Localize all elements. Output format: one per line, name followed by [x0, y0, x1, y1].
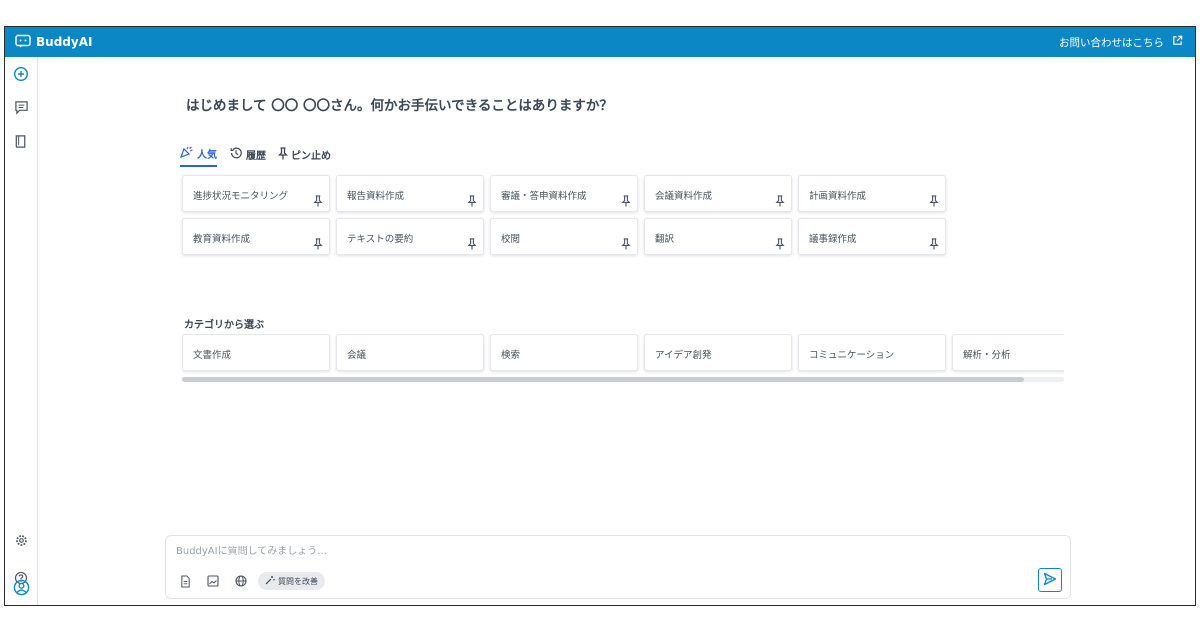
pin-icon[interactable]: [467, 238, 477, 250]
main-content: はじめまして 〇〇 〇〇さん。何かお手伝いできることはありますか？ 人気 履歴 …: [39, 57, 1195, 605]
magic-wand-icon: [265, 575, 275, 587]
pin-icon[interactable]: [775, 195, 785, 207]
pin-icon[interactable]: [929, 238, 939, 250]
prompt-card[interactable]: 議事録作成: [798, 218, 946, 255]
pin-icon[interactable]: [775, 238, 785, 250]
composer-tools: 質問を改善: [178, 572, 325, 590]
improve-question-button[interactable]: 質問を改善: [258, 572, 325, 590]
pin-icon[interactable]: [929, 195, 939, 207]
user-icon[interactable]: [12, 578, 30, 596]
tab-pinned[interactable]: ピン止め: [277, 146, 331, 167]
pin-icon[interactable]: [621, 238, 631, 250]
category-section-title: カテゴリから選ぶ: [184, 320, 264, 331]
globe-icon[interactable]: [234, 574, 248, 588]
history-icon: [229, 146, 243, 163]
tab-history[interactable]: 履歴: [229, 146, 266, 167]
tab-label: 人気: [197, 150, 217, 161]
robot-logo-icon: [15, 34, 31, 51]
prompt-card-label: 報告資料作成: [347, 191, 405, 202]
prompt-card[interactable]: 教育資料作成: [182, 218, 330, 255]
category-card[interactable]: コミュニケーション: [798, 334, 946, 371]
party-icon: [179, 146, 194, 161]
prompt-card-label: 議事録作成: [809, 234, 857, 245]
prompt-card[interactable]: 会議資料作成: [644, 175, 792, 212]
app-name: BuddyAI: [36, 35, 93, 49]
category-scrollbar[interactable]: [182, 377, 1064, 382]
tab-popular[interactable]: 人気: [179, 146, 217, 167]
prompt-card[interactable]: 校閲: [490, 218, 638, 255]
brand[interactable]: BuddyAI: [15, 34, 92, 51]
prompt-card-label: 審議・答申資料作成: [501, 191, 587, 202]
pin-icon[interactable]: [313, 238, 323, 250]
attach-image-icon[interactable]: [206, 574, 220, 588]
external-link-icon: [1172, 35, 1183, 49]
send-button[interactable]: [1038, 568, 1062, 592]
top-bar: BuddyAI お問い合わせはこちら: [5, 27, 1195, 57]
pin-icon: [277, 146, 289, 163]
prompt-card-label: 校閲: [501, 234, 521, 245]
pin-icon[interactable]: [313, 195, 323, 207]
tab-label: 履歴: [246, 151, 266, 162]
prompt-card-grid: 進捗状況モニタリング 報告資料作成 審議・答申資料作成 会議資料作成 計画資料作…: [182, 175, 946, 255]
prompt-card[interactable]: 翻訳: [644, 218, 792, 255]
prompt-card[interactable]: 計画資料作成: [798, 175, 946, 212]
prompt-card-label: 教育資料作成: [193, 234, 251, 245]
category-scrollbar-thumb[interactable]: [182, 377, 1024, 382]
attach-file-icon[interactable]: [178, 574, 192, 588]
chat-input[interactable]: [176, 546, 876, 557]
chat-history-icon[interactable]: [12, 98, 30, 116]
contact-link[interactable]: お問い合わせはこちら: [1059, 35, 1183, 50]
category-card[interactable]: 会議: [336, 334, 484, 371]
settings-icon[interactable]: [12, 531, 30, 549]
category-scroller: 文書作成 会議 検索 アイデア創発 コミュニケーション 解析・分析: [182, 334, 1064, 382]
prompt-card[interactable]: 進捗状況モニタリング: [182, 175, 330, 212]
chat-composer: 質問を改善: [165, 535, 1071, 599]
new-chat-icon[interactable]: [12, 65, 30, 83]
prompt-card-label: 計画資料作成: [809, 191, 867, 202]
category-card[interactable]: 文書作成: [182, 334, 330, 371]
prompt-card[interactable]: テキストの要約: [336, 218, 484, 255]
app-window: BuddyAI お問い合わせはこちら はじめまして 〇〇 〇〇さん。何かお手伝い…: [4, 26, 1196, 606]
improve-question-label: 質問を改善: [278, 576, 318, 586]
send-icon: [1043, 571, 1057, 590]
sidebar: [5, 57, 38, 605]
greeting-title: はじめまして 〇〇 〇〇さん。何かお手伝いできることはありますか？: [186, 98, 613, 114]
prompt-card-label: 会議資料作成: [655, 191, 713, 202]
book-icon[interactable]: [12, 132, 30, 150]
pin-icon[interactable]: [467, 195, 477, 207]
contact-label: お問い合わせはこちら: [1059, 36, 1164, 49]
category-card[interactable]: 解析・分析: [952, 334, 1064, 371]
prompt-card[interactable]: 審議・答申資料作成: [490, 175, 638, 212]
category-card[interactable]: アイデア創発: [644, 334, 792, 371]
prompt-tabs: 人気 履歴 ピン止め: [179, 146, 331, 167]
tab-label: ピン止め: [291, 151, 331, 162]
prompt-card[interactable]: 報告資料作成: [336, 175, 484, 212]
pin-icon[interactable]: [621, 195, 631, 207]
category-card[interactable]: 検索: [490, 334, 638, 371]
prompt-card-label: 翻訳: [655, 234, 675, 245]
prompt-card-label: テキストの要約: [347, 234, 414, 245]
prompt-card-label: 進捗状況モニタリング: [193, 191, 289, 202]
